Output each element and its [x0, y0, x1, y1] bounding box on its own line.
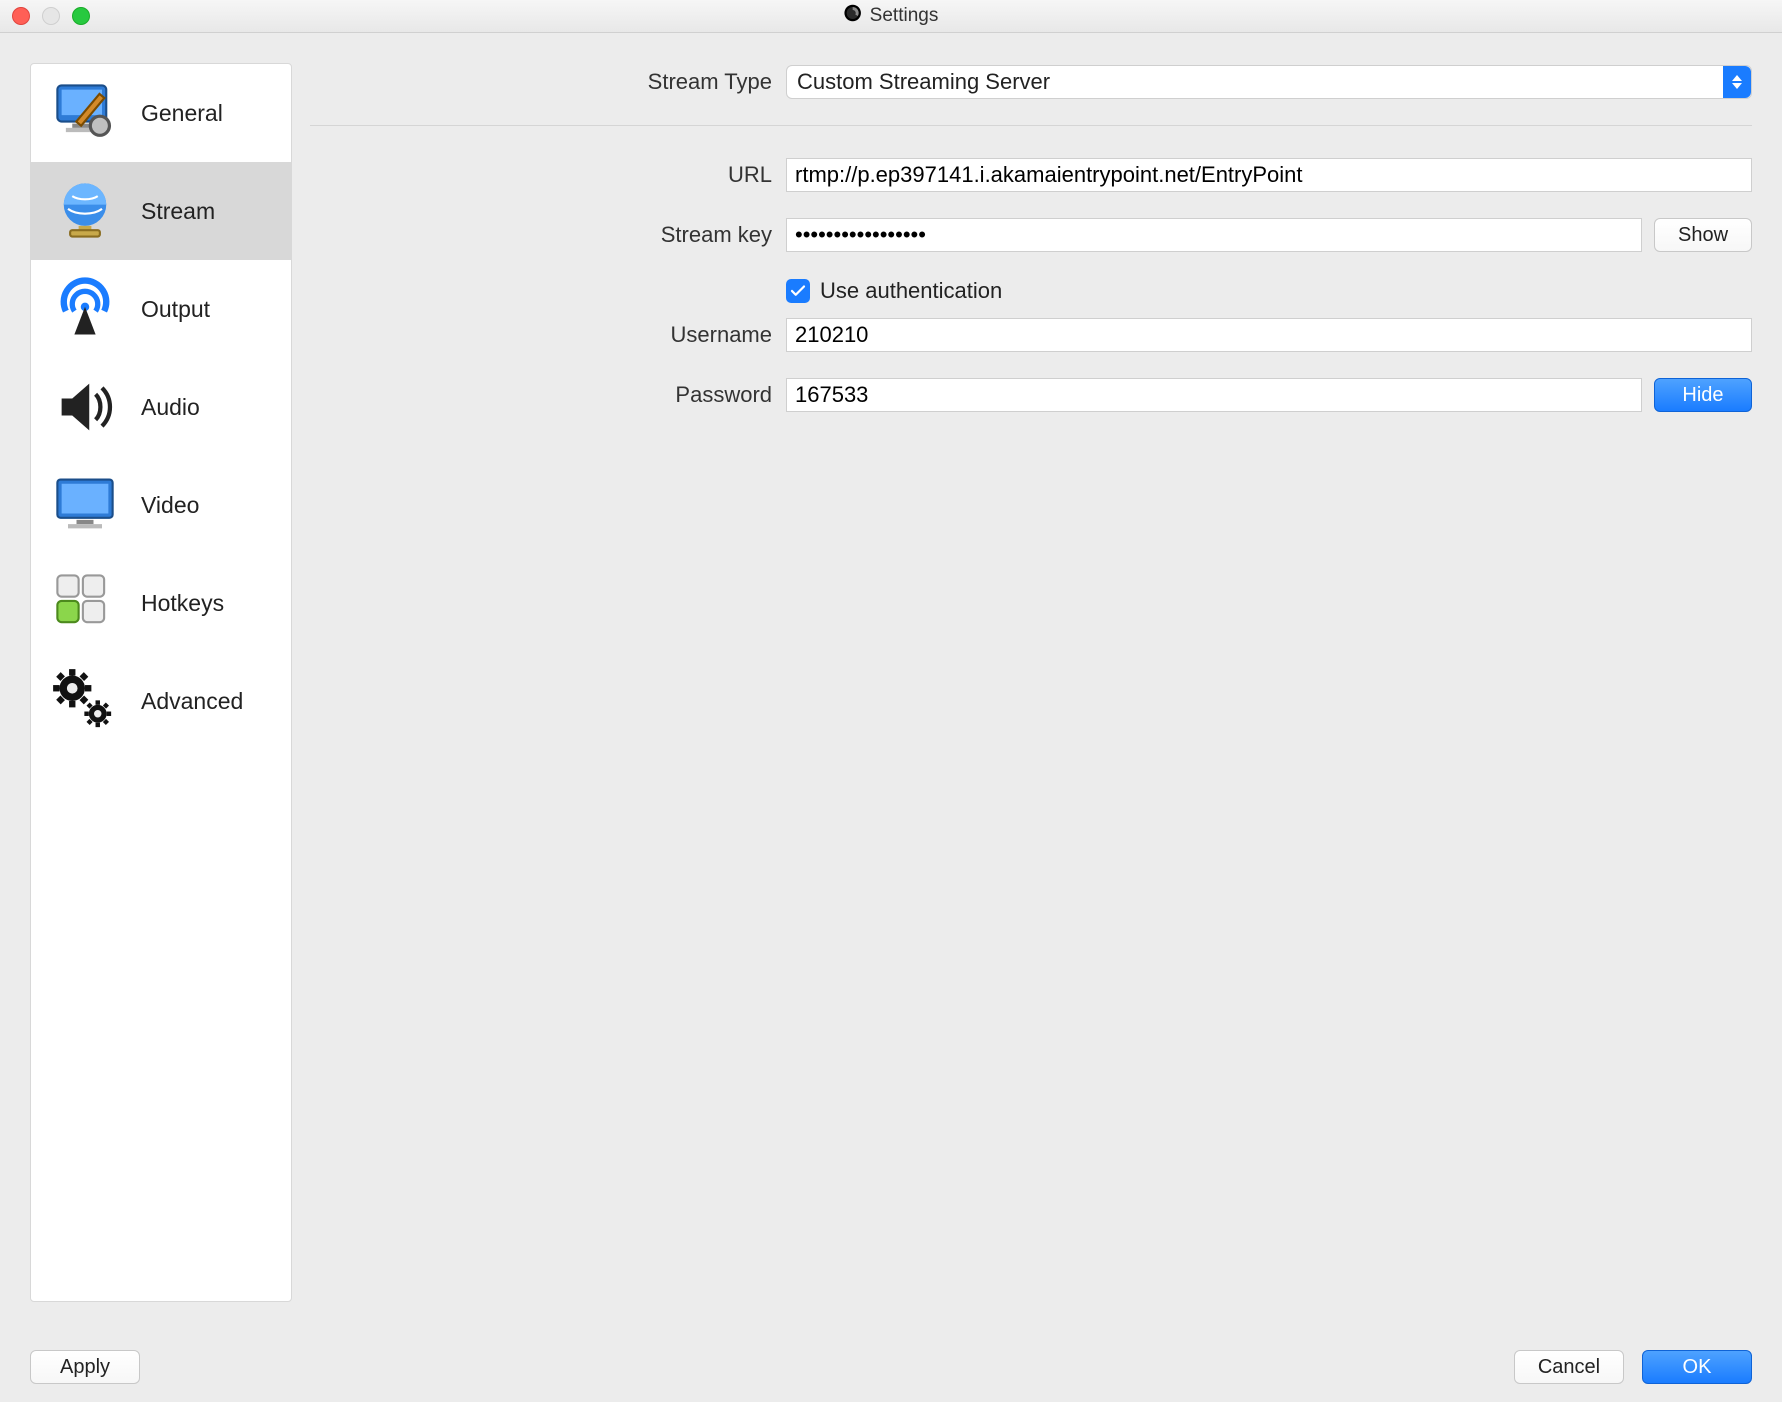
cancel-button[interactable]: Cancel [1514, 1350, 1624, 1384]
use-authentication-label: Use authentication [820, 278, 1002, 304]
stream-key-label: Stream key [310, 222, 786, 248]
checkmark-icon [786, 279, 810, 303]
window-controls [12, 7, 90, 25]
password-label: Password [310, 382, 786, 408]
monitor-video-icon [43, 471, 127, 539]
url-input[interactable] [786, 158, 1752, 192]
sidebar-item-stream[interactable]: Stream [31, 162, 291, 260]
sidebar-item-video[interactable]: Video [31, 456, 291, 554]
username-input[interactable] [786, 318, 1752, 352]
sidebar-item-hotkeys[interactable]: Hotkeys [31, 554, 291, 652]
sidebar-item-audio[interactable]: Audio [31, 358, 291, 456]
antenna-output-icon [43, 275, 127, 343]
sidebar-item-label: Output [141, 296, 210, 323]
globe-stream-icon [43, 177, 127, 245]
sidebar-item-general[interactable]: General [31, 64, 291, 162]
sidebar-item-label: Hotkeys [141, 590, 224, 617]
sidebar-item-label: Video [141, 492, 199, 519]
footer: Apply Cancel OK [0, 1332, 1782, 1402]
obs-icon [844, 4, 862, 28]
settings-panel: Stream Type Custom Streaming Server URL … [310, 63, 1752, 1302]
apply-button[interactable]: Apply [30, 1350, 140, 1384]
stream-type-value: Custom Streaming Server [797, 69, 1050, 95]
monitor-tools-icon [43, 79, 127, 147]
sidebar-item-label: Advanced [141, 688, 243, 715]
sidebar-item-label: Audio [141, 394, 200, 421]
show-stream-key-button[interactable]: Show [1654, 218, 1752, 252]
window-title: Settings [870, 5, 939, 27]
speaker-audio-icon [43, 373, 127, 441]
keyboard-hotkeys-icon [43, 569, 127, 637]
sidebar-item-advanced[interactable]: Advanced [31, 652, 291, 750]
titlebar: Settings [0, 0, 1782, 33]
username-label: Username [310, 322, 786, 348]
use-authentication-checkbox[interactable]: Use authentication [786, 278, 1002, 304]
stream-type-select[interactable]: Custom Streaming Server [786, 65, 1752, 99]
select-arrows-icon [1723, 66, 1751, 98]
sidebar-item-output[interactable]: Output [31, 260, 291, 358]
password-input[interactable] [786, 378, 1642, 412]
stream-type-label: Stream Type [310, 69, 786, 95]
sidebar: General Stream [30, 63, 292, 1302]
gears-advanced-icon [43, 667, 127, 735]
hide-password-button[interactable]: Hide [1654, 378, 1752, 412]
stream-key-input[interactable] [786, 218, 1642, 252]
divider [310, 125, 1752, 126]
window-close-button[interactable] [12, 7, 30, 25]
window-minimize-button[interactable] [42, 7, 60, 25]
window-title-wrap: Settings [844, 4, 939, 28]
sidebar-item-label: General [141, 100, 223, 127]
url-label: URL [310, 162, 786, 188]
ok-button[interactable]: OK [1642, 1350, 1752, 1384]
window-zoom-button[interactable] [72, 7, 90, 25]
sidebar-item-label: Stream [141, 198, 215, 225]
